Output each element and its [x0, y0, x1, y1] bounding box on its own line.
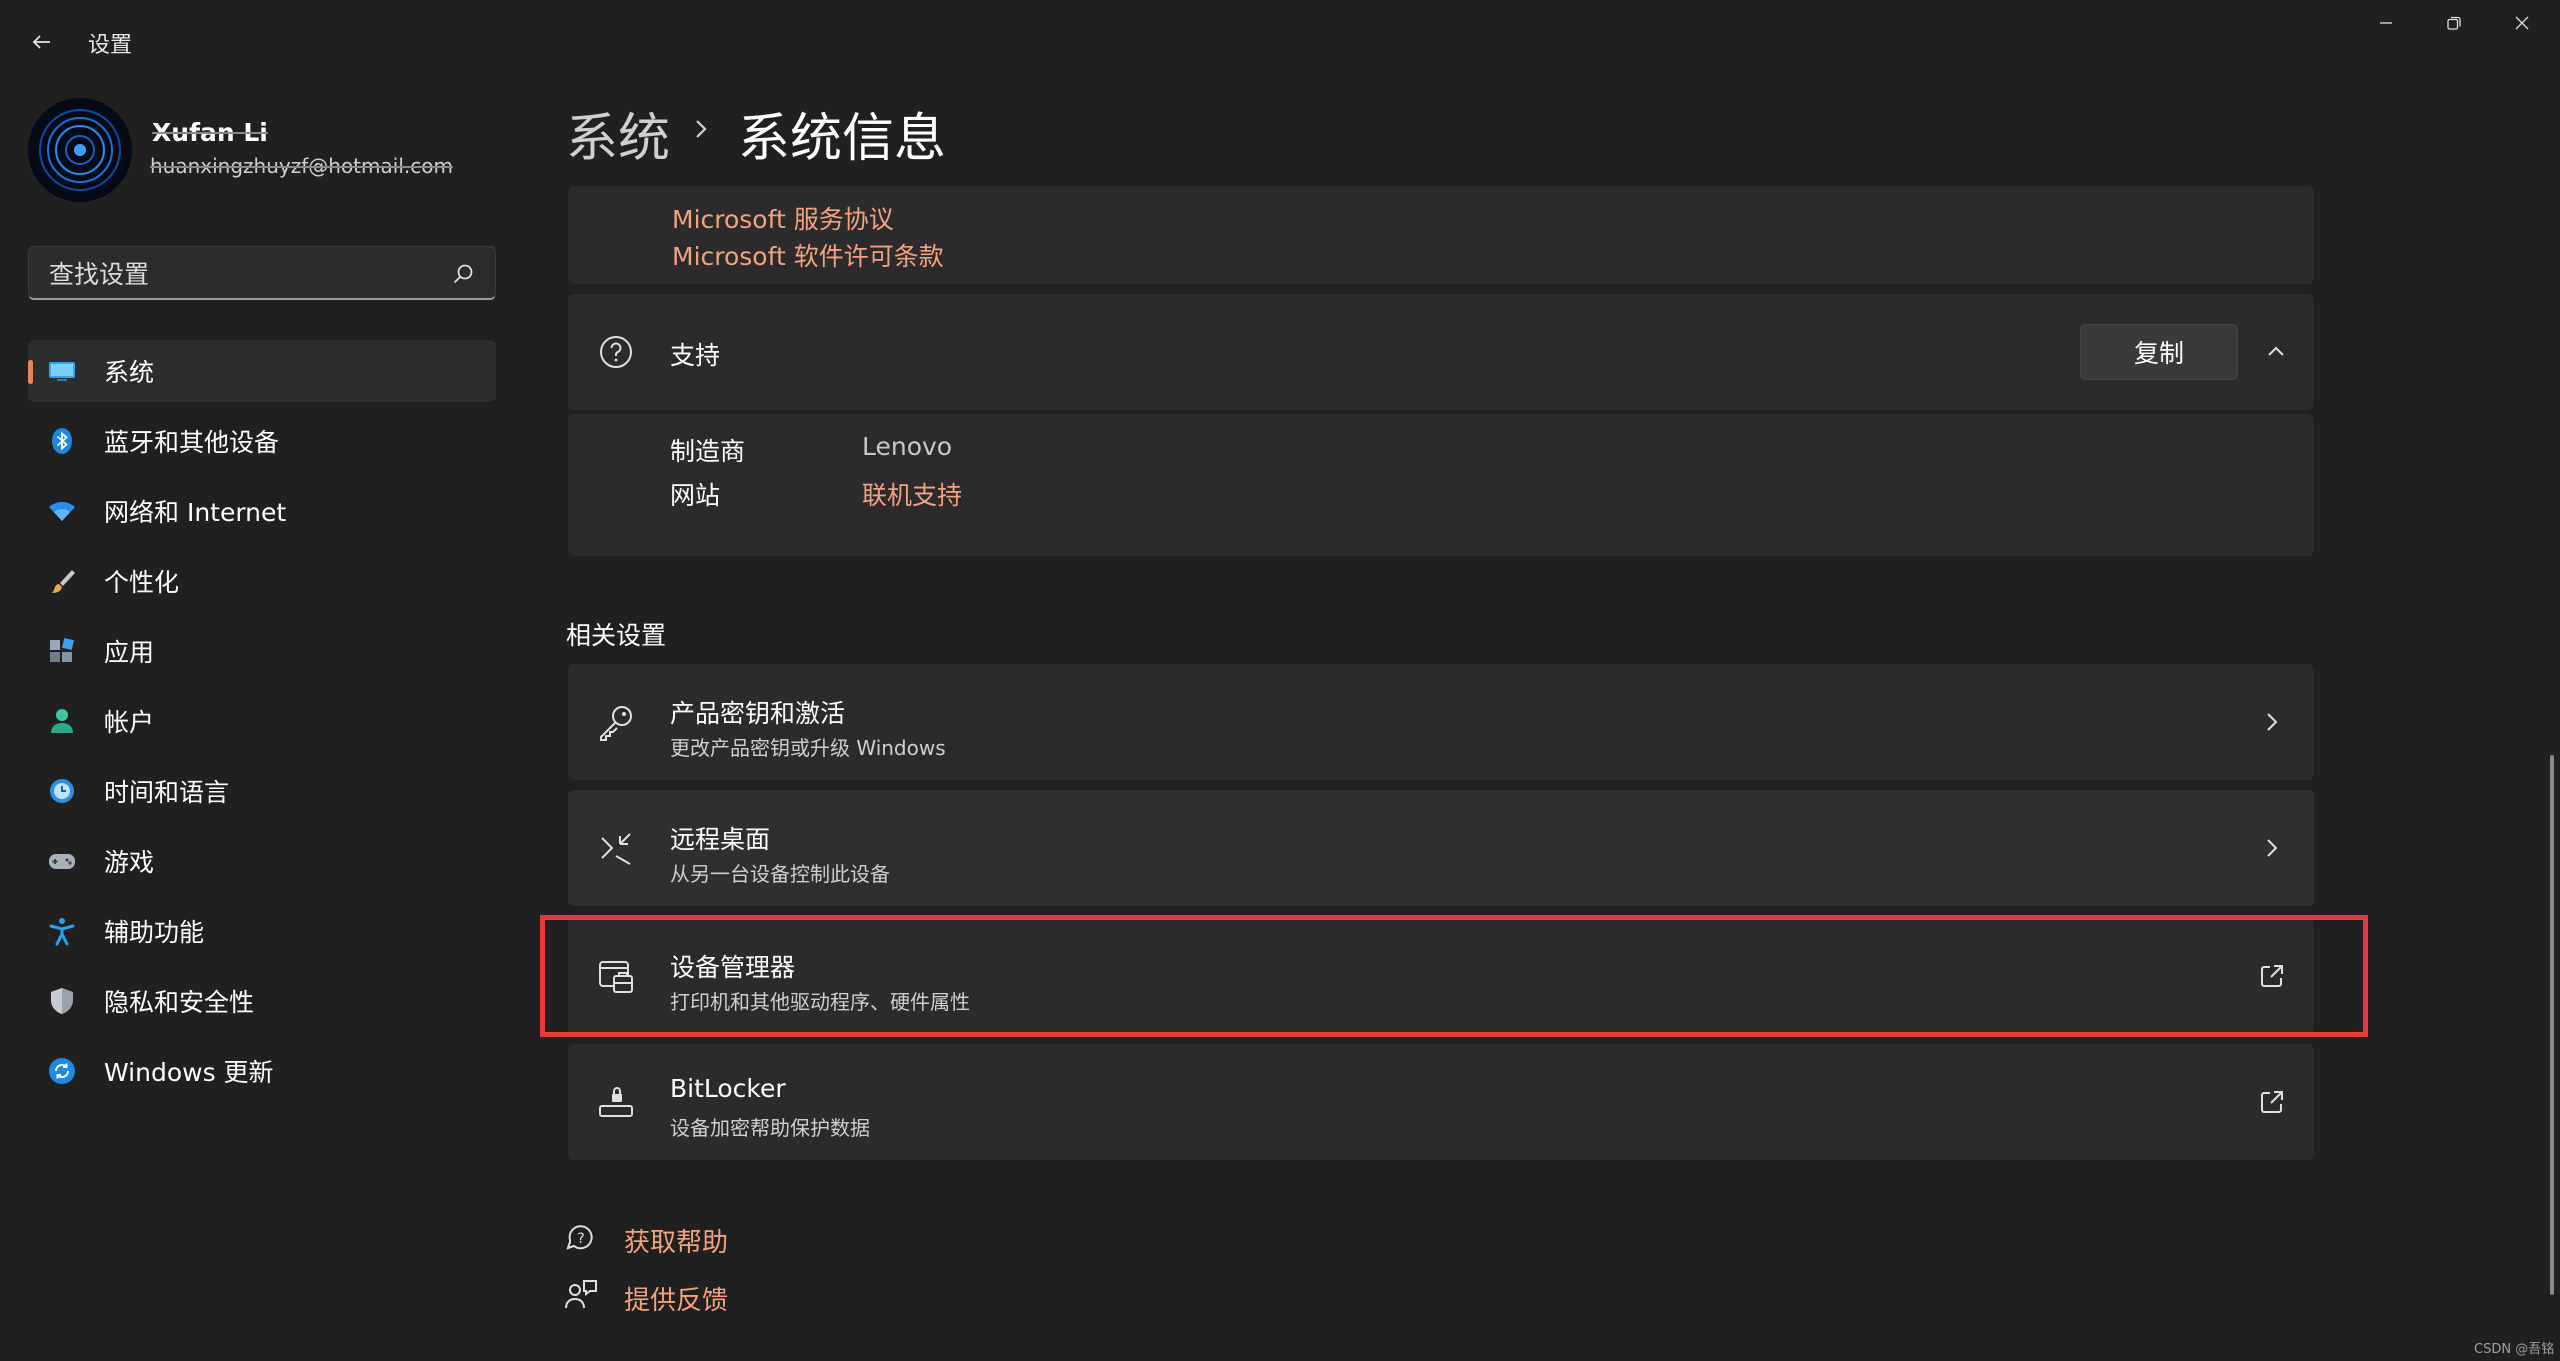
- bluetooth-icon: [46, 425, 78, 457]
- feedback-link[interactable]: 提供反馈: [624, 1280, 728, 1317]
- remote-desktop-row[interactable]: 远程桌面 从另一台设备控制此设备: [568, 790, 2314, 906]
- sidebar-item-accessibility[interactable]: 辅助功能: [28, 900, 496, 962]
- remote-desktop-icon: [596, 828, 636, 868]
- highlight-box: [540, 915, 2368, 1037]
- sidebar-item-label: 系统: [104, 358, 155, 387]
- avatar[interactable]: [28, 98, 132, 202]
- feedback-icon: [564, 1278, 598, 1312]
- service-agreement-link[interactable]: Microsoft 服务协议: [672, 200, 894, 236]
- bitlocker-row[interactable]: BitLocker 设备加密帮助保护数据: [568, 1044, 2314, 1160]
- restore-button[interactable]: [2424, 8, 2484, 38]
- legal-card: Microsoft 服务协议 Microsoft 软件许可条款: [568, 186, 2314, 284]
- row-subtitle: 设备加密帮助保护数据: [670, 1116, 870, 1140]
- sidebar-nav: 系统 蓝牙和其他设备 网络和 Internet 个性化 应用 帐户 时间和语言 …: [28, 340, 496, 1110]
- sidebar-item-label: 蓝牙和其他设备: [104, 428, 280, 457]
- active-indicator: [28, 360, 33, 384]
- manufacturer-value: Lenovo: [862, 432, 953, 461]
- sidebar-item-label: 隐私和安全性: [104, 988, 255, 1017]
- time-language-icon: [46, 775, 78, 807]
- sidebar-item-label: 个性化: [104, 568, 180, 597]
- sidebar-item-label: 游戏: [104, 848, 155, 877]
- search-icon[interactable]: [451, 262, 475, 286]
- breadcrumb-parent[interactable]: 系统: [566, 96, 670, 171]
- apps-icon: [46, 635, 78, 667]
- help-circle-icon: [598, 334, 634, 370]
- sidebar-item-label: Windows 更新: [104, 1058, 274, 1087]
- sidebar-item-time-language[interactable]: 时间和语言: [28, 760, 496, 822]
- brush-icon: [46, 565, 78, 597]
- license-terms-link[interactable]: Microsoft 软件许可条款: [672, 237, 944, 273]
- external-link-icon: [2258, 1088, 2286, 1116]
- wifi-icon: [46, 495, 78, 527]
- sidebar-item-label: 辅助功能: [104, 918, 205, 947]
- minimize-icon: [2380, 22, 2392, 24]
- support-details: 制造商 Lenovo 网站 联机支持: [568, 414, 2314, 556]
- key-icon: [596, 702, 636, 742]
- shield-icon: [46, 985, 78, 1017]
- row-subtitle: 从另一台设备控制此设备: [670, 862, 890, 886]
- restore-icon: [2447, 16, 2461, 30]
- row-title: 产品密钥和激活: [670, 699, 846, 728]
- app-title: 设置: [88, 33, 133, 58]
- manufacturer-label: 制造商: [670, 437, 746, 466]
- sidebar-item-gaming[interactable]: 游戏: [28, 830, 496, 892]
- sidebar-item-label: 帐户: [104, 708, 155, 737]
- back-arrow-icon: [32, 35, 50, 49]
- row-title: 远程桌面: [670, 825, 771, 854]
- update-icon: [46, 1055, 78, 1087]
- sidebar-item-bluetooth[interactable]: 蓝牙和其他设备: [28, 410, 496, 472]
- get-help-icon: ?: [564, 1220, 598, 1254]
- chevron-right-icon: [2258, 834, 2286, 862]
- close-icon: [2515, 16, 2529, 30]
- sidebar-item-label: 时间和语言: [104, 778, 230, 807]
- sidebar-item-privacy[interactable]: 隐私和安全性: [28, 970, 496, 1032]
- related-settings-heading: 相关设置: [566, 621, 667, 650]
- bitlocker-icon: [596, 1082, 636, 1122]
- copy-button[interactable]: 复制: [2080, 324, 2238, 380]
- sidebar-item-network[interactable]: 网络和 Internet: [28, 480, 496, 542]
- svg-text:?: ?: [577, 1231, 584, 1247]
- row-title: BitLocker: [670, 1074, 786, 1103]
- back-button[interactable]: [24, 24, 60, 60]
- sidebar-item-windows-update[interactable]: Windows 更新: [28, 1040, 496, 1102]
- sidebar-item-apps[interactable]: 应用: [28, 620, 496, 682]
- accessibility-icon: [46, 915, 78, 947]
- scrollbar-thumb[interactable]: [2550, 755, 2554, 1295]
- sidebar-item-system[interactable]: 系统: [28, 340, 496, 402]
- online-support-link[interactable]: 联机支持: [862, 476, 962, 512]
- search-box[interactable]: [28, 246, 496, 301]
- system-icon: [46, 355, 78, 387]
- watermark: CSDN @吾铭: [2474, 1342, 2555, 1357]
- website-label: 网站: [670, 481, 721, 510]
- get-help-link[interactable]: 获取帮助: [624, 1222, 728, 1259]
- chevron-up-icon[interactable]: [2262, 338, 2290, 366]
- support-header[interactable]: 支持 复制: [568, 294, 2314, 410]
- breadcrumb-chevron-icon: [688, 112, 714, 146]
- row-subtitle: 更改产品密钥或升级 Windows: [670, 736, 946, 760]
- profile-name: Xufan Li: [152, 118, 268, 147]
- page-title: 系统信息: [738, 109, 947, 169]
- account-icon: [46, 705, 78, 737]
- sidebar-item-accounts[interactable]: 帐户: [28, 690, 496, 752]
- search-input[interactable]: [47, 247, 451, 301]
- chevron-right-icon: [2258, 708, 2286, 736]
- profile-email: huanxingzhuyzf@hotmail.com: [150, 154, 453, 178]
- sidebar-item-personalization[interactable]: 个性化: [28, 550, 496, 612]
- gamepad-icon: [46, 845, 78, 877]
- close-button[interactable]: [2492, 8, 2552, 38]
- product-key-row[interactable]: 产品密钥和激活 更改产品密钥或升级 Windows: [568, 664, 2314, 780]
- sidebar-item-label: 网络和 Internet: [104, 498, 287, 527]
- sidebar-item-label: 应用: [104, 638, 155, 667]
- avatar-image: [28, 98, 132, 202]
- minimize-button[interactable]: [2356, 8, 2416, 38]
- support-title: 支持: [670, 341, 721, 370]
